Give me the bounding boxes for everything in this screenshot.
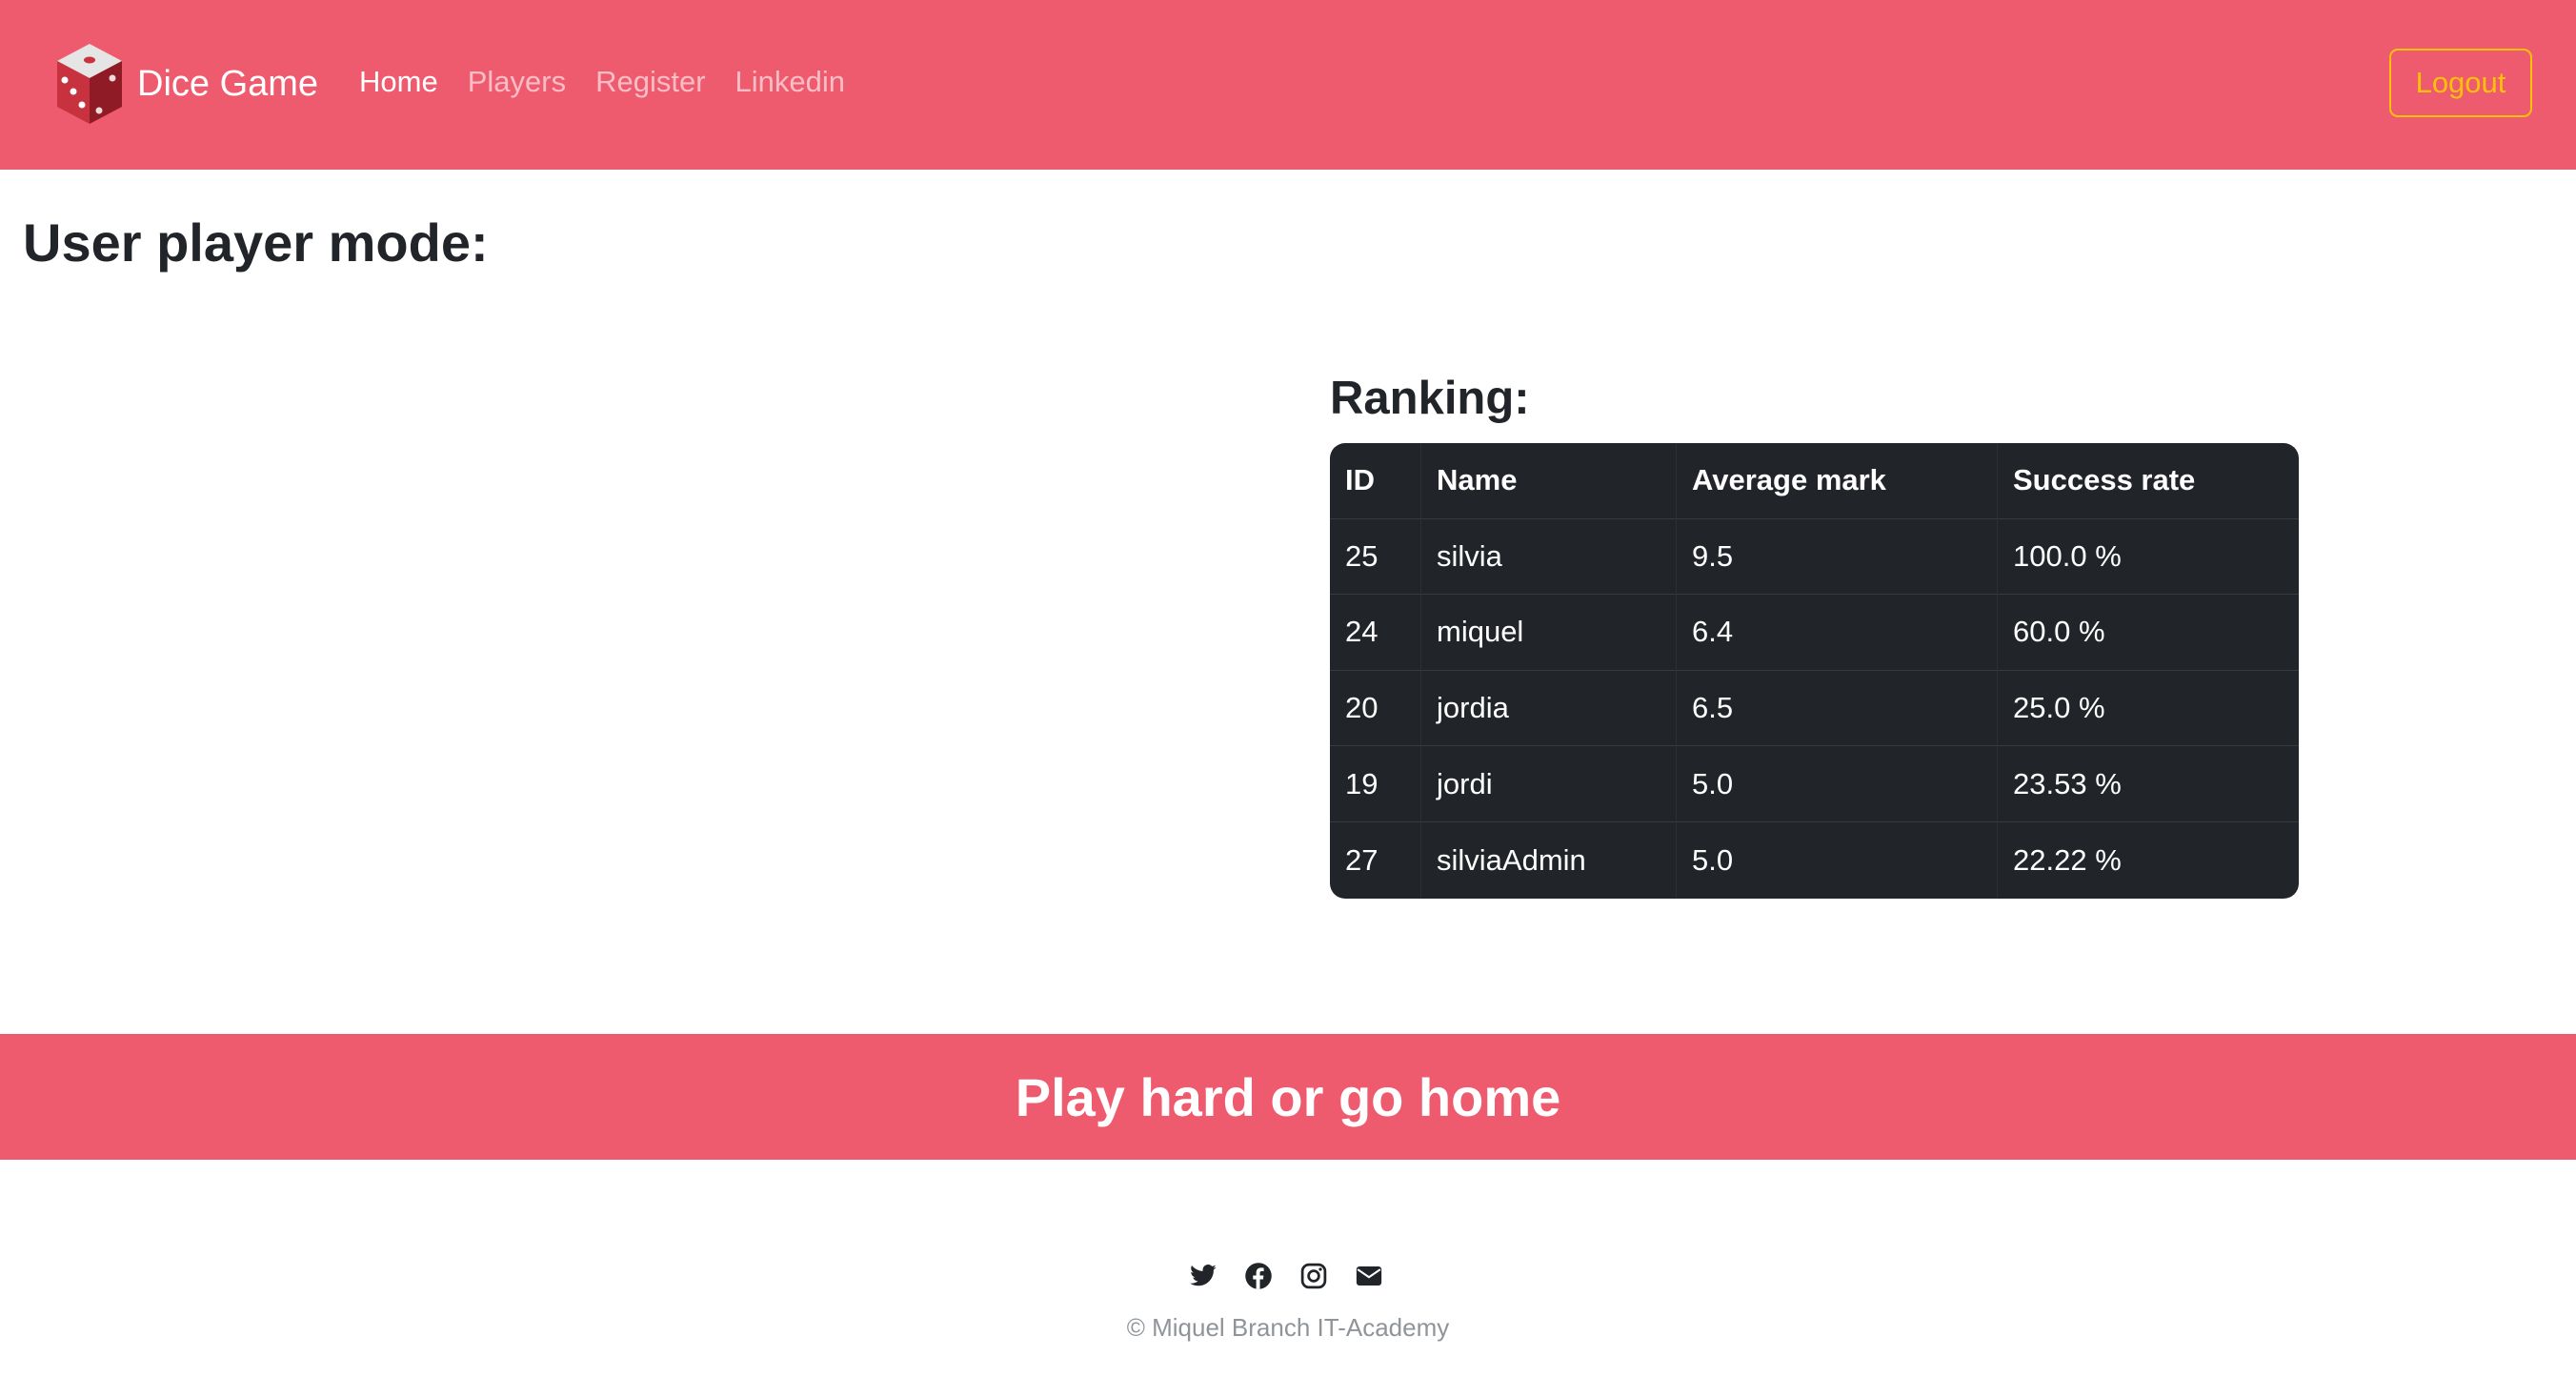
page-title: User player mode: xyxy=(23,213,489,273)
brand-link[interactable]: Dice Game xyxy=(50,36,318,132)
table-row: 20 jordia 6.5 25.0 % xyxy=(1330,670,2299,747)
cell-id: 27 xyxy=(1330,821,1421,899)
cell-average: 5.0 xyxy=(1677,821,1998,899)
table-row: 24 miquel 6.4 60.0 % xyxy=(1330,595,2299,671)
copyright-text: © Miquel Branch IT-Academy xyxy=(1126,1313,1450,1342)
envelope-icon[interactable] xyxy=(1355,1262,1383,1290)
cell-success: 22.22 % xyxy=(2013,842,2122,877)
column-header-average: Average mark xyxy=(1677,443,1998,519)
logout-button[interactable]: Logout xyxy=(2389,49,2532,117)
dice-logo-icon xyxy=(57,44,122,124)
cell-success: 60.0 % xyxy=(1998,595,2299,671)
main-nav: Home Players Register Linkedin xyxy=(359,65,845,99)
twitter-icon[interactable] xyxy=(1189,1262,1218,1290)
cell-average: 6.4 xyxy=(1677,595,1998,671)
column-header-success: Success rate xyxy=(1998,443,2299,519)
brand-name: Dice Game xyxy=(137,63,319,104)
ranking-title: Ranking: xyxy=(1330,373,1530,424)
cell-success: 100.0 % xyxy=(1998,519,2299,596)
cell-average: 6.5 xyxy=(1677,670,1998,747)
nav-home-link[interactable]: Home xyxy=(359,65,438,99)
column-header-name: Name xyxy=(1421,443,1677,519)
table-header-row: ID Name Average mark Success rate xyxy=(1330,443,2299,519)
social-links xyxy=(1189,1262,1383,1290)
cell-id: 24 xyxy=(1330,595,1421,671)
slogan-text: Play hard or go home xyxy=(1015,1066,1561,1127)
nav-register-link[interactable]: Register xyxy=(595,65,705,99)
instagram-icon[interactable] xyxy=(1299,1262,1328,1290)
table-row: 27 silviaAdmin 5.0 22.22 % xyxy=(1330,821,2299,899)
slogan-banner: Play hard or go home xyxy=(0,1034,2576,1160)
cell-name: jordi xyxy=(1421,746,1677,822)
nav-players-link[interactable]: Players xyxy=(468,65,566,99)
cell-id: 19 xyxy=(1330,746,1421,822)
cell-id: 20 xyxy=(1330,670,1421,747)
cell-average: 9.5 xyxy=(1677,518,1998,596)
cell-success: 23.53 % xyxy=(1998,746,2299,822)
column-header-id: ID xyxy=(1330,443,1421,519)
table-row: 25 silvia 9.5 100.0 % xyxy=(1330,518,2299,596)
table-row: 19 jordi 5.0 23.53 % xyxy=(1330,746,2299,822)
navbar: Dice Game Home Players Register Linkedin… xyxy=(0,0,2576,170)
cell-success: 25.0 % xyxy=(1998,671,2299,747)
nav-linkedin-link[interactable]: Linkedin xyxy=(735,65,845,99)
cell-name: silviaAdmin xyxy=(1421,821,1677,899)
cell-name: jordia xyxy=(1421,670,1677,747)
facebook-icon[interactable] xyxy=(1244,1262,1273,1290)
cell-name: miquel xyxy=(1421,595,1677,671)
cell-average: 5.0 xyxy=(1677,746,1998,822)
cell-name: silvia xyxy=(1421,518,1677,596)
cell-id: 25 xyxy=(1330,518,1421,596)
ranking-table: ID Name Average mark Success rate 25 sil… xyxy=(1330,443,2299,899)
